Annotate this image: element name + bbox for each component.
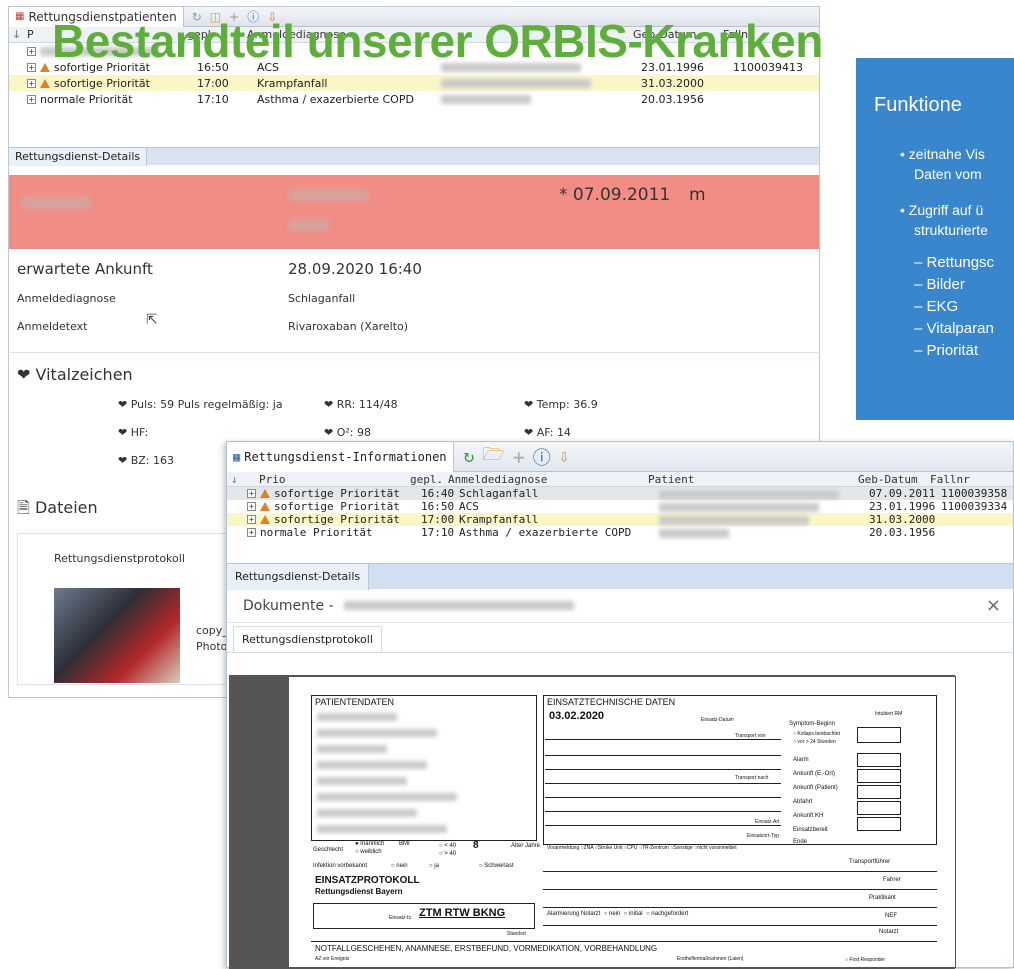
panel-sub-1: – Rettungsc xyxy=(914,254,995,271)
sort-icon[interactable]: ↓ xyxy=(9,28,27,41)
table-row[interactable]: + normale Priorität 17:10 Asthma / exaze… xyxy=(9,91,819,107)
vital-puls: ❤ Puls: 59 Puls regelmäßig: ja xyxy=(118,398,283,411)
anmeldediagnose-value: Schlaganfall xyxy=(288,292,356,305)
panel-bullet-2-line-2: strukturierte xyxy=(914,222,988,238)
heart-icon: ❤ xyxy=(524,426,534,439)
table-empty-area xyxy=(9,107,819,147)
heart-icon: ❤ xyxy=(524,398,534,411)
functions-panel: Funktione • zeitnahe Vis Daten vom • Zug… xyxy=(856,58,1014,420)
priority-high-icon xyxy=(260,515,270,524)
vital-temp: ❤ Temp: 36.9 xyxy=(524,398,598,411)
document-icon: 🗎 xyxy=(17,498,30,517)
tab-rettungsdienstprotokoll[interactable]: Rettungsdienstprotokoll xyxy=(233,626,382,652)
mouse-cursor-icon: ⇱ xyxy=(146,312,158,328)
tab-rettungsdienst-details[interactable]: Rettungsdienst-Details xyxy=(9,147,148,166)
tab-rettungsdienst-details[interactable]: Rettungsdienst-Details xyxy=(227,563,370,590)
table-row[interactable]: + sofortige Priorität 16:50 ACS 23.01.19… xyxy=(227,500,1013,513)
add-icon[interactable]: + xyxy=(513,445,525,469)
expand-icon[interactable]: + xyxy=(247,528,256,537)
table-row[interactable]: + sofortige Priorität 16:40 Schlaganfall… xyxy=(227,487,1013,500)
panel-sub-3: – EKG xyxy=(914,298,959,315)
expected-arrival-label: erwartete Ankunft xyxy=(17,260,153,278)
details-tabbar: Rettungsdienst-Details xyxy=(227,563,1013,590)
file-name-2: Photo xyxy=(196,640,228,653)
front-table-header: ↓ Prio gepl. Anmeldediagnose Patient Geb… xyxy=(227,472,1013,487)
expand-icon[interactable]: + xyxy=(247,515,256,524)
tab-rettungsdienst-informationen[interactable]: ▦ Rettungsdienst-Informationen xyxy=(227,441,454,472)
panel-title: Funktione xyxy=(874,94,962,116)
priority-high-icon xyxy=(260,502,270,511)
close-button[interactable]: × xyxy=(986,595,1001,616)
info-icon[interactable]: ⓘ xyxy=(533,444,551,470)
expand-icon[interactable]: + xyxy=(27,94,36,104)
divider xyxy=(10,352,820,353)
ambulance-icon: ▦ xyxy=(233,449,241,464)
file-name-1: copy_ xyxy=(196,624,228,637)
refresh-icon[interactable]: ↻ xyxy=(464,446,475,467)
heart-icon: ❤ xyxy=(118,426,128,439)
priority-high-icon xyxy=(260,489,270,498)
panel-bullet-2: • Zugriff auf ü xyxy=(900,202,984,218)
details-tabbar: Rettungsdienst-Details xyxy=(9,147,819,166)
heart-icon: ❤ xyxy=(324,398,334,411)
priority-high-icon xyxy=(40,78,50,88)
files-heading: 🗎 Dateien xyxy=(17,498,98,517)
documents-tabbar: Rettungsdienstprotokoll xyxy=(227,623,1013,653)
folder-icon[interactable]: 🗁 xyxy=(482,442,504,472)
panel-sub-2: – Bilder xyxy=(914,276,965,293)
anmeldediagnose-label: Anmeldediagnose xyxy=(17,292,116,305)
file-card[interactable]: Rettungsdienstprotokoll xyxy=(17,533,227,685)
vital-hf: ❤ HF: xyxy=(118,426,149,439)
patient-banner: * 07.09.2011 m xyxy=(9,175,819,249)
vital-af: ❤ AF: 14 xyxy=(524,426,571,439)
panel-sub-5: – Priorität xyxy=(914,342,979,359)
priority-high-icon xyxy=(40,62,50,72)
ambulance-icon: ▦ xyxy=(15,11,25,22)
heart-icon: ❤ xyxy=(118,454,128,467)
protocol-document: PATIENTENDATEN Geschlecht ● männlich ○ w… xyxy=(288,676,956,968)
sort-icon[interactable]: ↓ xyxy=(227,473,259,486)
documents-header: Dokumente - × xyxy=(227,589,1013,623)
panel-sub-4: – Vitalparan xyxy=(914,320,994,337)
expand-icon[interactable]: + xyxy=(247,502,256,511)
anmeldetext-label: Anmeldetext xyxy=(17,320,88,333)
panel-bullet-1-line-2: Daten vom xyxy=(914,166,982,182)
overlay-headline: Bestandteil unserer ORBIS-Kranken xyxy=(52,15,823,67)
heart-icon: ❤ xyxy=(118,398,128,411)
expand-icon[interactable]: + xyxy=(27,46,36,56)
patient-dob: * 07.09.2011 xyxy=(559,185,671,205)
expand-icon[interactable]: + xyxy=(247,489,256,498)
panel-bullet-1: • zeitnahe Vis xyxy=(900,146,985,162)
expand-icon[interactable]: + xyxy=(27,62,36,72)
vitals-heading: ❤ Vitalzeichen xyxy=(17,365,133,384)
download-icon[interactable]: ⇩ xyxy=(559,446,570,467)
vital-rr: ❤ RR: 114/48 xyxy=(324,398,398,411)
table-row[interactable]: + sofortige Priorität 17:00 Krampfanfall… xyxy=(227,513,1013,526)
file-thumbnail[interactable] xyxy=(54,588,180,683)
expected-arrival-value: 28.09.2020 16:40 xyxy=(288,260,422,278)
anmeldetext-value: Rivaroxaban (Xarelto) xyxy=(288,320,409,333)
file-label: Rettungsdienstprotokoll xyxy=(54,552,185,565)
patient-sex: m xyxy=(689,185,706,205)
front-toolbar: ▦ Rettungsdienst-Informationen ↻ 🗁 + ⓘ ⇩ xyxy=(227,441,1013,472)
expand-icon[interactable]: + xyxy=(27,78,36,88)
table-empty-area xyxy=(227,539,1013,563)
vital-bz: ❤ BZ: 163 xyxy=(118,454,175,467)
heart-icon: ❤ xyxy=(17,365,31,384)
table-row[interactable]: + normale Priorität 17:10 Asthma / exaze… xyxy=(227,526,1013,539)
heart-icon: ❤ xyxy=(324,426,334,439)
table-row[interactable]: + sofortige Priorität 17:00 Krampfanfall… xyxy=(9,75,819,91)
documents-title: Dokumente - xyxy=(243,597,334,614)
vital-o2: ❤ O²: 98 xyxy=(324,426,371,439)
